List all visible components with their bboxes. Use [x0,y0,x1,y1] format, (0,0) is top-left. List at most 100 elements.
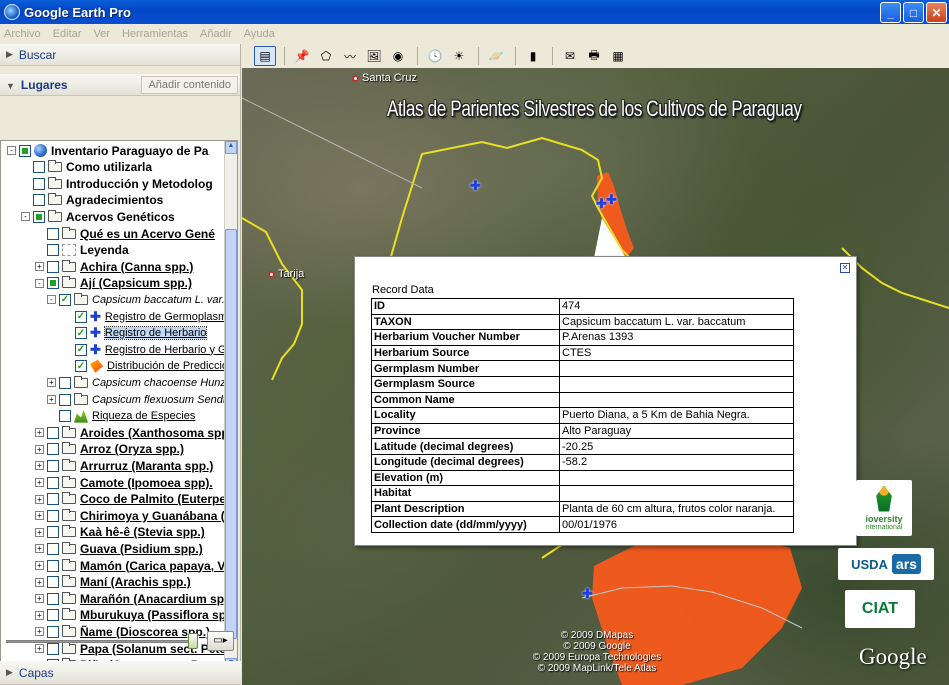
expand-icon[interactable]: + [35,577,44,587]
visibility-checkbox[interactable]: ✓ [75,360,87,373]
collapse-icon[interactable]: - [7,146,16,155]
visibility-checkbox[interactable] [47,592,59,605]
city-santa-cruz[interactable]: Santa Cruz [352,72,417,84]
ruler-icon[interactable]: ▮ [522,46,544,66]
places-panel-header[interactable]: ▼ Lugares Añadir contenido [0,74,240,96]
view-in-maps-icon[interactable]: ▦ [607,46,629,66]
visibility-checkbox[interactable] [33,210,45,223]
menu-herramientas[interactable]: Herramientas [122,28,188,40]
visibility-checkbox[interactable] [47,576,59,589]
expand-icon[interactable]: + [35,461,44,471]
tree-scrollbar[interactable]: ▲ ▼ [224,141,237,671]
visibility-checkbox[interactable] [47,426,59,439]
path-icon[interactable]: 〰 [339,46,361,66]
layers-panel-header[interactable]: ▶ Capas [0,661,241,685]
expand-icon[interactable]: + [35,594,44,604]
expand-icon[interactable]: + [35,262,44,272]
visibility-checkbox[interactable] [33,177,45,190]
map-view[interactable]: Atlas de Parientes Silvestres de los Cul… [242,68,949,685]
expand-icon[interactable]: + [35,527,44,537]
tree-item[interactable]: Agradecimientos [21,192,163,209]
visibility-checkbox[interactable] [47,509,59,522]
tree-item[interactable]: + Mamón (Carica papaya, Va [35,557,231,574]
expand-icon[interactable]: + [35,494,44,504]
tree-item[interactable]: - ✓ Capsicum baccatum L. var. [47,291,225,308]
tree-item[interactable]: ✓ ✚ Registro de Herbario y Ger [63,341,236,358]
sidebar-toggle-icon[interactable]: ▤ [254,46,276,66]
tree-item[interactable]: + Mburukuya (Passiflora spp [35,607,233,624]
menu-ver[interactable]: Ver [93,28,110,40]
visibility-checkbox[interactable] [47,559,59,572]
expand-icon[interactable]: + [35,561,44,570]
expand-icon[interactable]: + [47,395,56,404]
tree-item[interactable]: + Capsicum chacoense Hunz. [47,374,229,391]
tree-item[interactable]: + Arrurruz (Maranta spp.) [35,457,213,474]
tree-item[interactable]: Como utilizarla [21,159,152,176]
tree-item[interactable]: Leyenda [35,242,129,259]
tree-item[interactable]: + Arroz (Oryza spp.) [35,441,184,458]
scroll-up-icon[interactable]: ▲ [225,141,237,154]
visibility-checkbox[interactable] [33,161,45,174]
tree-item[interactable]: Introducción y Metodolog [21,175,213,192]
visibility-checkbox[interactable] [59,393,71,406]
tree-item[interactable]: - Ají (Capsicum spp.) [35,275,192,292]
city-tarija[interactable]: Tarija [268,268,304,280]
tour-icon[interactable]: ◉ [387,46,409,66]
visibility-checkbox[interactable] [59,410,71,423]
scroll-thumb[interactable] [225,229,237,639]
tree-item[interactable]: ✓ ✚ Registro de Germoplasma [63,308,233,325]
visibility-checkbox[interactable] [33,194,45,207]
tree-item[interactable]: + Guava (Psidium spp.) [35,540,203,557]
minimize-button[interactable]: _ [880,2,901,23]
tree-item[interactable]: + Kaà hê-ê (Stevia spp.) [35,524,205,541]
search-panel-header[interactable]: ▶ Buscar [0,44,240,66]
placemark-icon[interactable]: 📌 [291,46,313,66]
visibility-checkbox[interactable] [47,227,59,240]
opacity-slider-knob[interactable] [188,633,198,649]
tree-item[interactable]: + Chirimoya y Guanábana (A [35,507,233,524]
herbarium-pin-icon[interactable]: ✚ [606,192,617,208]
tree-item[interactable]: + Marañón (Anacardium spp. [35,590,235,607]
visibility-checkbox[interactable] [47,260,59,273]
places-tree[interactable]: +Piña (Ananas spp., Pseuda+Papa (Solanum… [0,140,238,672]
menu-archivo[interactable]: Archivo [4,28,41,40]
visibility-checkbox[interactable]: ✓ [75,310,87,323]
visibility-checkbox[interactable] [47,493,59,506]
collapse-icon[interactable]: - [35,278,44,288]
visibility-checkbox[interactable] [47,443,59,456]
expand-icon[interactable]: + [35,478,44,487]
expand-icon[interactable]: + [35,428,44,438]
historical-imagery-icon[interactable]: 🕓 [424,46,446,66]
planets-icon[interactable]: 🪐 [485,46,507,66]
visibility-checkbox[interactable] [47,277,59,290]
polygon-icon[interactable]: ⬠ [315,46,337,66]
visibility-checkbox[interactable] [59,376,71,389]
print-icon[interactable]: 🖶 [583,46,605,66]
visibility-checkbox[interactable] [47,542,59,555]
maximize-button[interactable]: □ [903,2,924,23]
visibility-checkbox[interactable] [47,244,59,257]
tree-item[interactable]: Riqueza de Especies [47,408,195,425]
tree-item[interactable]: + Achira (Canna spp.) [35,258,193,275]
collapse-icon[interactable]: - [21,212,30,222]
places-options-button[interactable]: ▭▸ [207,631,234,651]
balloon-close-icon[interactable]: ✕ [840,263,850,273]
add-content-button[interactable]: Añadir contenido [141,75,238,94]
expand-icon[interactable]: + [35,610,44,620]
visibility-checkbox[interactable]: ✓ [59,293,71,306]
tree-item[interactable]: - Acervos Genéticos [21,208,175,225]
menu-editar[interactable]: Editar [53,28,82,40]
visibility-checkbox[interactable] [47,609,59,622]
tree-item[interactable]: + Capsicum flexuosum Sendtn. [47,391,235,408]
email-icon[interactable]: ✉ [559,46,581,66]
menu-ayuda[interactable]: Ayuda [244,28,275,40]
tree-item[interactable]: ✓ ✚ Registro de Herbario [63,325,208,342]
sunlight-icon[interactable]: ☀ [448,46,470,66]
tree-item[interactable]: + Maní (Arachis spp.) [35,574,191,591]
expand-icon[interactable]: + [35,511,44,521]
visibility-checkbox[interactable] [47,526,59,539]
tree-item[interactable]: Qué es un Acervo Gené [35,225,215,242]
visibility-checkbox[interactable] [19,144,31,157]
tree-item[interactable]: + Aroides (Xanthosoma spp.) [35,424,236,441]
expand-icon[interactable]: + [47,378,56,388]
